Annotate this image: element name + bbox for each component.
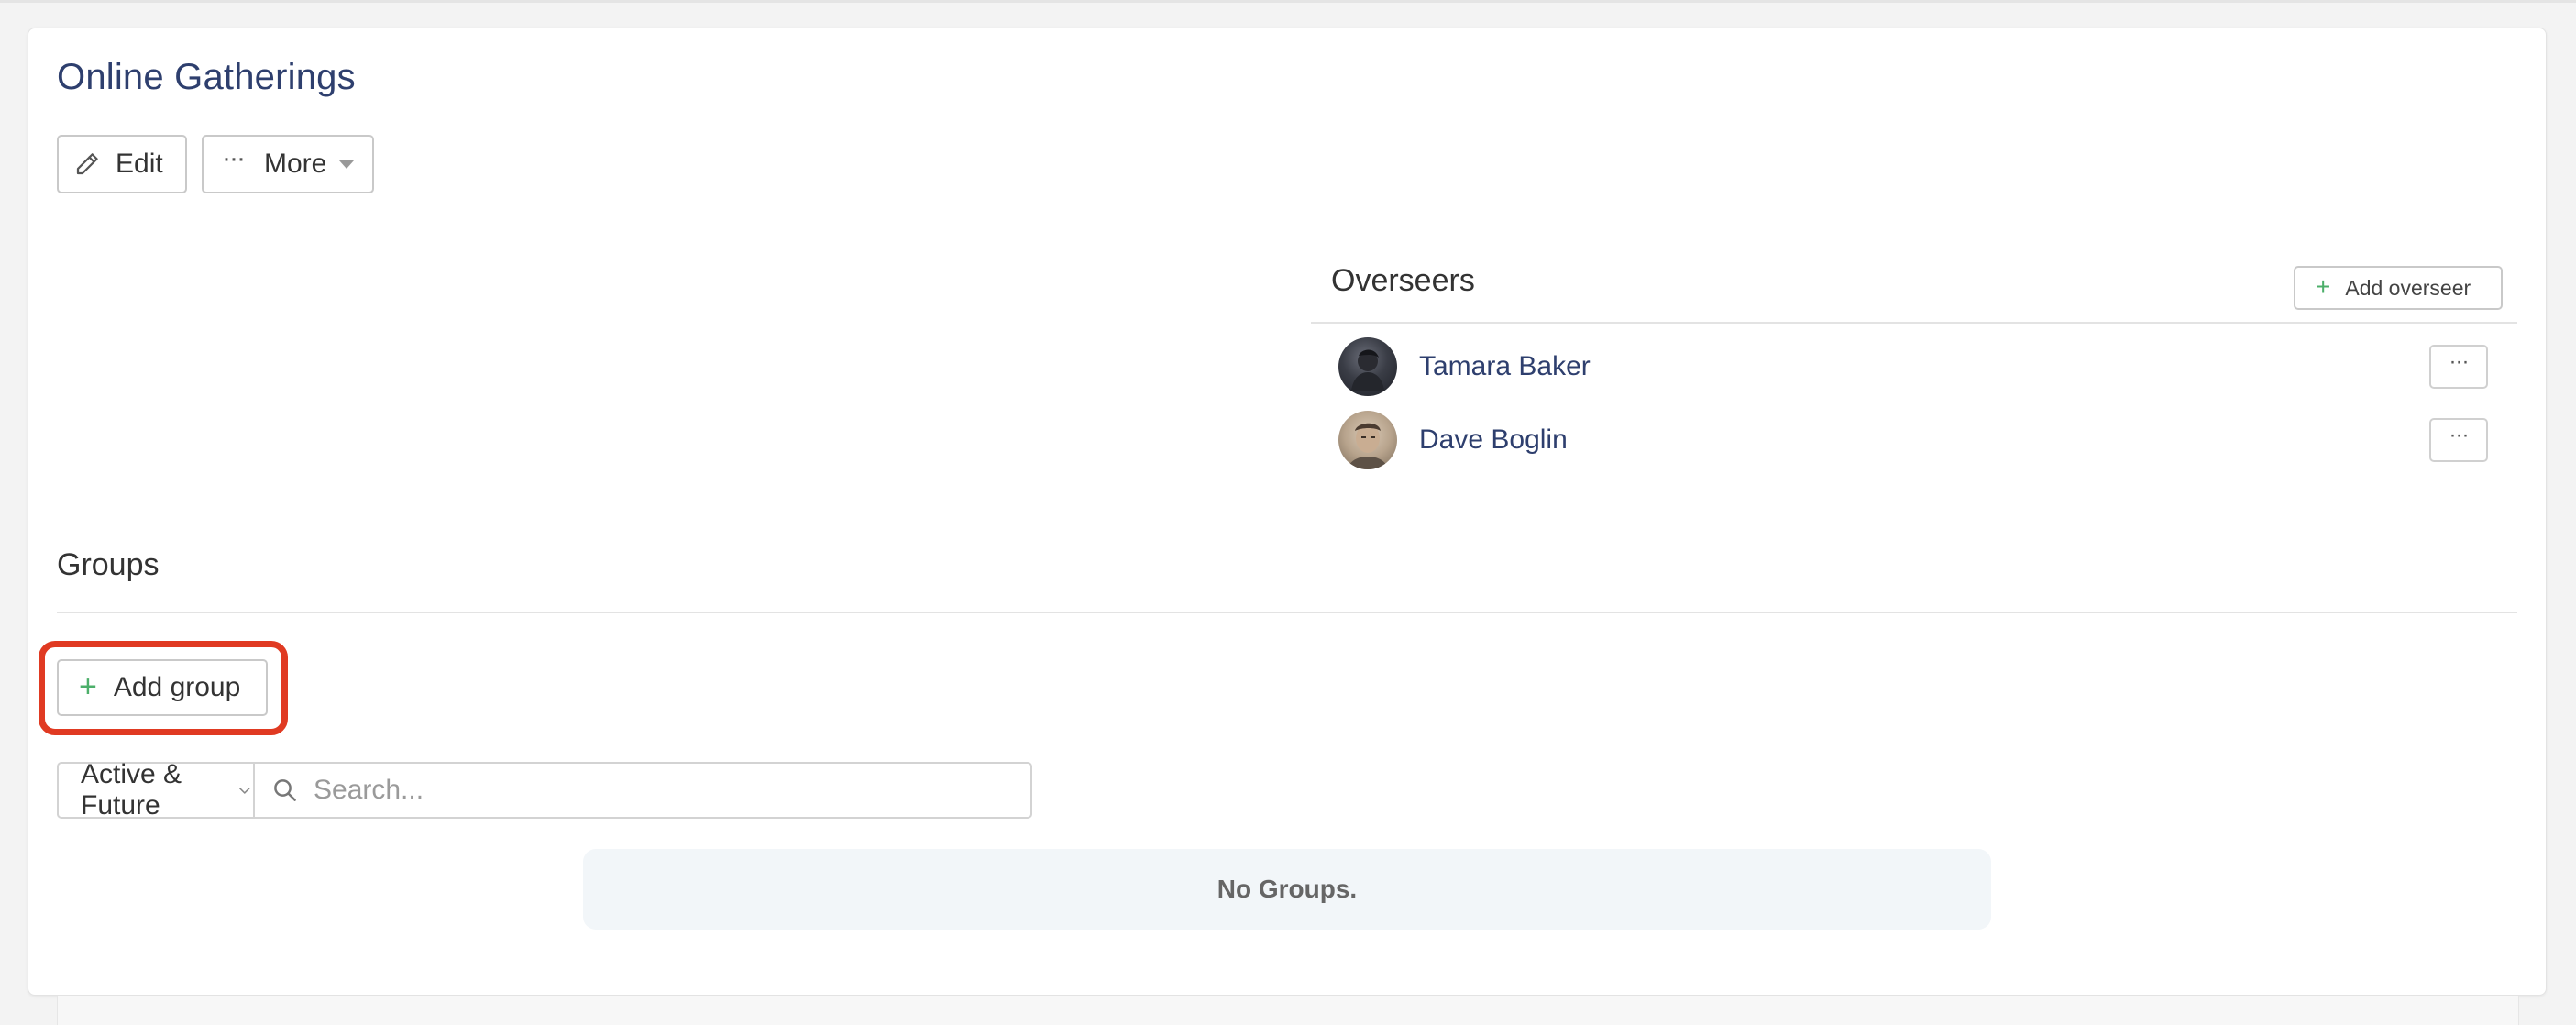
top-divider [0,0,2576,3]
plus-icon: + [2316,272,2331,301]
edit-label: Edit [116,149,163,179]
add-overseer-label: Add overseer [2345,275,2471,300]
avatar[interactable] [1338,337,1397,396]
more-button[interactable]: ··· More [202,135,374,193]
edit-button[interactable]: Edit [57,135,187,193]
page-title: Online Gatherings [57,57,356,97]
ellipsis-icon: ··· [2449,349,2470,374]
avatar[interactable] [1338,411,1397,469]
search-input[interactable] [312,774,1030,807]
groups-filter-bar: Active & Future [57,759,1032,821]
add-overseer-button[interactable]: + Add overseer [2294,266,2503,310]
overseer-row: Tamara Baker [1338,337,1591,396]
below-card-panel [57,996,2519,1025]
overseer-menu-button[interactable]: ··· [2429,418,2488,462]
ellipsis-icon: ··· [222,143,246,173]
status-filter-select[interactable]: Active & Future [57,759,255,821]
overseer-name[interactable]: Tamara Baker [1419,351,1591,382]
overseer-row: Dave Boglin [1338,411,1568,469]
add-group-label: Add group [113,672,241,702]
search-icon [274,779,296,801]
add-group-button[interactable]: + Add group [57,659,268,716]
chevron-down-icon [239,788,251,794]
overseer-menu-button[interactable]: ··· [2429,345,2488,389]
ellipsis-icon: ··· [2449,423,2470,447]
overseer-name[interactable]: Dave Boglin [1419,424,1568,456]
groups-heading: Groups [57,547,160,582]
overseers-divider [1311,322,2517,324]
overseers-heading: Overseers [1331,263,1475,298]
person-photo-icon [1348,423,1388,469]
status-filter-value: Active & Future [81,759,182,821]
caret-down-icon [339,160,355,169]
person-photo-icon [1351,349,1384,391]
search-field[interactable] [255,762,1032,819]
groups-divider [57,612,2517,613]
pencil-icon [76,153,98,175]
more-label: More [263,149,327,179]
plus-icon: + [79,669,97,704]
empty-state-message: No Groups. [583,849,1991,930]
